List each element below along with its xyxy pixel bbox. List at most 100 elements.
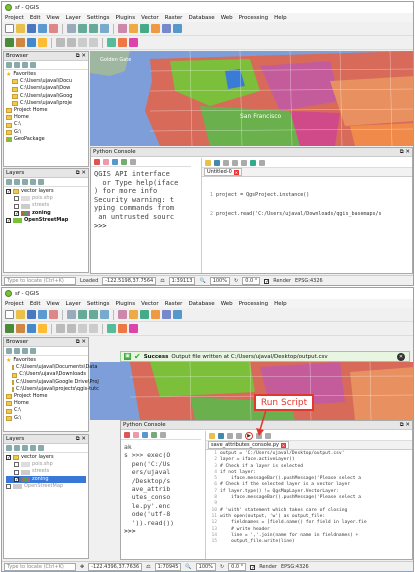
pan-icon[interactable]	[67, 24, 76, 33]
close-tab-icon[interactable]: ✕	[280, 442, 286, 448]
tree-item[interactable]: Project Home	[6, 393, 86, 400]
select-icon[interactable]	[129, 24, 138, 33]
layer-item-selected[interactable]: zoning	[6, 475, 86, 483]
dock-close-icon[interactable]: ⧉ ✕	[76, 339, 86, 346]
layer-checkbox[interactable]	[14, 203, 19, 209]
save-project-icon[interactable]	[27, 24, 36, 33]
layer-checkbox[interactable]	[6, 483, 11, 489]
edit-pencil-icon[interactable]	[56, 324, 65, 333]
close-message-icon[interactable]: ✕	[397, 352, 405, 361]
tree-item[interactable]: G:\	[6, 415, 86, 422]
remove-layer-icon[interactable]	[38, 445, 44, 451]
menu-edit[interactable]: Edit	[30, 301, 41, 307]
tab-save-attributes[interactable]: save_attributes_console.py ✕	[208, 441, 289, 449]
run-command-icon[interactable]	[133, 431, 139, 438]
menu-web[interactable]: Web	[221, 15, 233, 21]
info-icon[interactable]	[30, 348, 36, 354]
layer-item[interactable]: pois.shp	[6, 195, 86, 202]
expand-icon[interactable]	[30, 179, 36, 185]
cut-icon[interactable]	[223, 159, 229, 166]
label-style-icon[interactable]	[118, 324, 127, 333]
menu-view[interactable]: View	[46, 301, 59, 307]
tree-item[interactable]: Home	[6, 400, 86, 407]
annotation-icon[interactable]	[173, 24, 182, 33]
filter-icon[interactable]	[14, 62, 20, 68]
magnifier-field[interactable]: 100%	[195, 563, 216, 571]
help-icon[interactable]	[160, 431, 166, 438]
layer-checkbox[interactable]	[14, 210, 19, 216]
identify-icon[interactable]	[118, 24, 127, 33]
info-icon[interactable]	[30, 62, 36, 68]
delete-feature-icon[interactable]	[89, 38, 98, 47]
tree-item[interactable]: C:\Users\ujaval\Docu	[6, 78, 86, 85]
copy-icon[interactable]	[232, 159, 238, 166]
scale-field[interactable]: 1:70945	[154, 563, 182, 571]
rotation-field[interactable]: 0.0 °	[228, 563, 247, 571]
add-group-icon[interactable]	[14, 179, 20, 185]
open-project-icon[interactable]	[16, 24, 25, 33]
dock-close-icon[interactable]: ⧉ ✕	[400, 422, 410, 429]
node-tool-icon[interactable]	[78, 38, 87, 47]
collapse-icon[interactable]: ▣	[124, 353, 131, 360]
layer-checkbox[interactable]	[14, 476, 19, 482]
render-checkbox[interactable]	[250, 564, 256, 570]
layer-checkbox[interactable]	[6, 217, 11, 223]
add-vector-icon[interactable]	[5, 324, 14, 333]
save-as-icon[interactable]	[38, 24, 47, 33]
new-project-icon[interactable]	[5, 24, 14, 33]
menu-vector[interactable]: Vector	[141, 301, 159, 307]
tree-item[interactable]: ★ Favorites	[6, 71, 86, 78]
menu-view[interactable]: View	[46, 15, 59, 21]
coordinate-readout[interactable]: -122.4396,37.7636	[88, 563, 143, 571]
collapse-icon[interactable]	[22, 348, 28, 354]
tree-item[interactable]: C:\Users\ujaval\proje	[6, 100, 86, 107]
add-layer-icon[interactable]	[27, 38, 36, 47]
plugin-icon[interactable]	[129, 38, 138, 47]
rotation-field[interactable]: 0.0 °	[242, 277, 261, 285]
save-script-icon[interactable]	[218, 432, 224, 439]
menu-layer[interactable]: Layer	[66, 301, 81, 307]
menu-processing[interactable]: Processing	[239, 15, 268, 21]
node-tool-icon[interactable]	[78, 324, 87, 333]
crs-button[interactable]: EPSG:4326	[281, 564, 309, 570]
clear-console-icon[interactable]	[94, 158, 100, 165]
zoom-out-icon[interactable]	[89, 24, 98, 33]
dock-close-icon[interactable]: ⧉ ✕	[400, 149, 410, 156]
find-icon[interactable]	[259, 159, 265, 166]
refresh-icon[interactable]	[6, 62, 12, 68]
save-script-icon[interactable]	[214, 159, 220, 166]
python-console-icon[interactable]	[38, 38, 47, 47]
layer-checkbox[interactable]	[14, 462, 19, 468]
dock-close-icon[interactable]: ⧉ ✕	[76, 436, 86, 443]
menu-project[interactable]: Project	[5, 15, 24, 21]
tree-item[interactable]: C:\Users\ujaval\Downloads	[6, 371, 86, 378]
new-project-icon[interactable]	[5, 310, 14, 319]
locator-search[interactable]: Type to locate (Ctrl+K)	[4, 563, 76, 571]
menu-web[interactable]: Web	[221, 301, 233, 307]
plugin-icon[interactable]	[129, 324, 138, 333]
menu-edit[interactable]: Edit	[30, 15, 41, 21]
add-layer-icon[interactable]	[27, 324, 36, 333]
print-layout-icon[interactable]	[49, 24, 58, 33]
layer-item[interactable]: OpenStreetMap	[6, 217, 86, 224]
settings-icon[interactable]	[112, 158, 118, 165]
console-prompt[interactable]: >>>	[124, 527, 200, 535]
layer-checkbox[interactable]	[14, 469, 19, 475]
zoom-in-icon[interactable]	[78, 24, 87, 33]
style-icon[interactable]	[6, 445, 12, 451]
tree-item[interactable]: C:\Users\ujaval\Dow	[6, 85, 86, 92]
tree-item[interactable]: GeoPackage	[6, 136, 86, 143]
identify-icon[interactable]	[118, 310, 127, 319]
layer-item[interactable]: pois.shp	[6, 461, 86, 468]
attribute-table-icon[interactable]	[151, 310, 160, 319]
label-icon[interactable]	[107, 324, 116, 333]
help-icon[interactable]	[130, 158, 136, 165]
show-editor-icon[interactable]	[121, 158, 127, 165]
measure-icon[interactable]	[140, 24, 149, 33]
menu-project[interactable]: Project	[5, 301, 24, 307]
zoom-in-icon[interactable]	[78, 310, 87, 319]
tree-item[interactable]: C:\Users\ujaval\Google Drive\Proj	[6, 379, 99, 386]
digitize-icon[interactable]	[67, 324, 76, 333]
coordinate-readout[interactable]: -122.5198,37.7564	[102, 277, 157, 285]
menu-help[interactable]: Help	[274, 15, 287, 21]
